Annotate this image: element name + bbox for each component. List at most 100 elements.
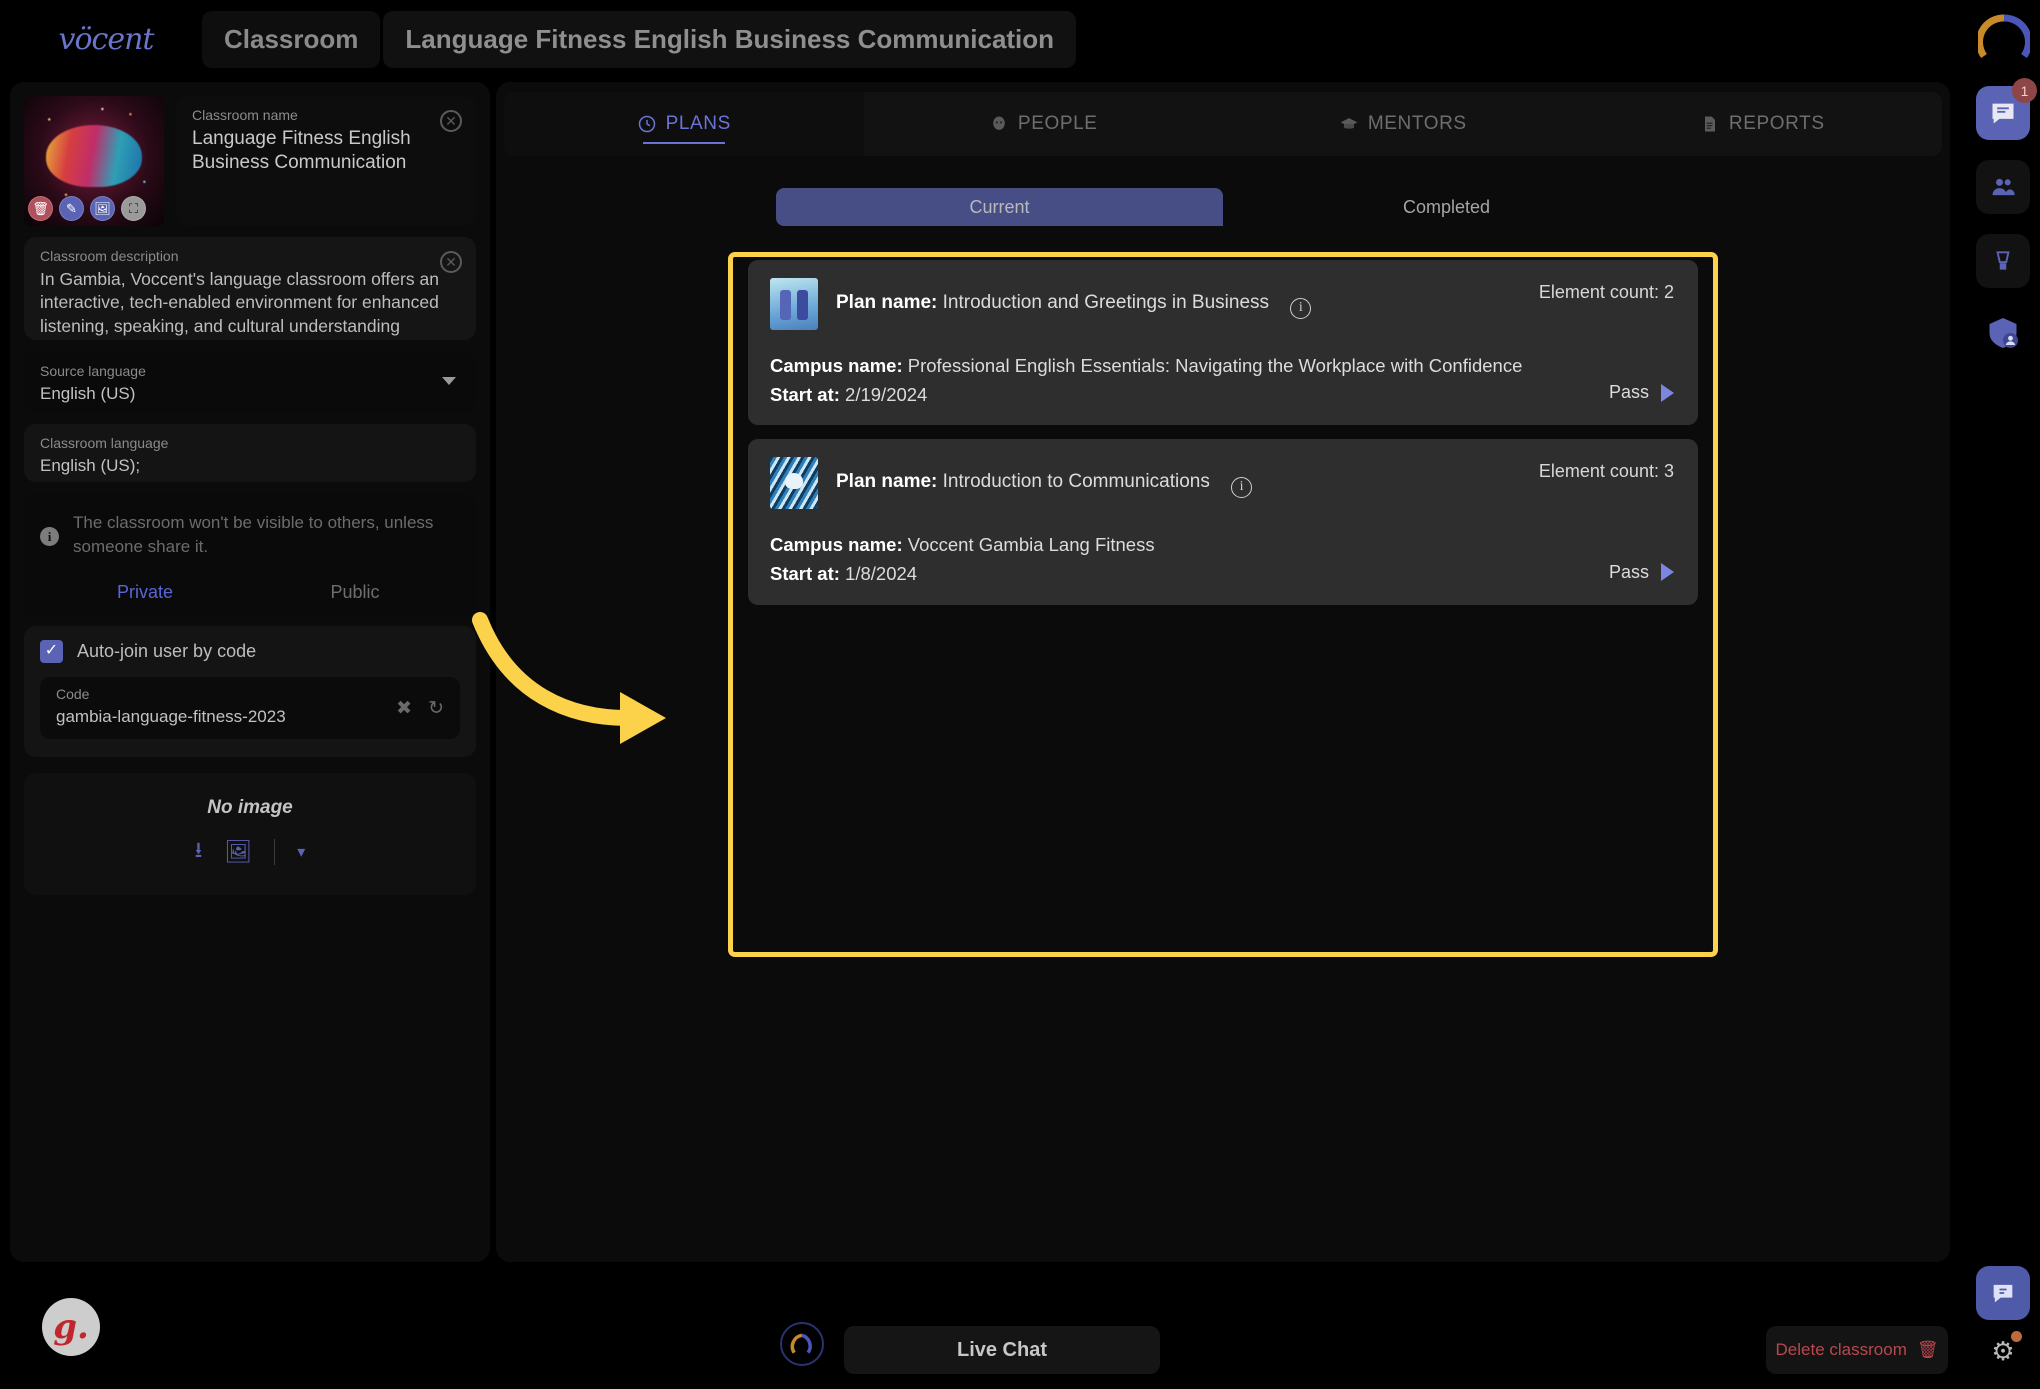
- source-language-select[interactable]: Source language English (US): [24, 351, 476, 413]
- image-upload-tools: ⭳ 🖼 ▾: [195, 833, 305, 871]
- clear-description-icon[interactable]: ✕: [440, 251, 462, 273]
- person-icon: [993, 116, 1005, 130]
- plan-name-label: Plan name:: [836, 471, 938, 493]
- privacy-toggle: Private Public: [40, 575, 460, 610]
- campus-name-label: Campus name:: [770, 534, 903, 556]
- settings-gear-icon[interactable]: ⚙: [1982, 1330, 2024, 1372]
- source-language-value: English (US): [40, 384, 136, 403]
- code-actions: ✖ ↻: [396, 697, 444, 720]
- delete-icon[interactable]: 🗑: [28, 196, 53, 221]
- plan-name-label: Plan name:: [836, 292, 938, 313]
- clear-code-icon[interactable]: ✖: [396, 697, 412, 720]
- plan-status-segmented-control: Current Completed: [776, 188, 1670, 226]
- table-row[interactable]: Plan name: Introduction to Communication…: [748, 439, 1698, 605]
- info-icon[interactable]: i: [1231, 476, 1253, 498]
- tab-reports[interactable]: REPORTS: [1582, 92, 1942, 156]
- tab-reports-label: REPORTS: [1728, 113, 1825, 134]
- breadcrumb-classroom[interactable]: Classroom: [202, 10, 381, 68]
- plan-name-line: Plan name: Introduction and Greetings in…: [836, 278, 1312, 319]
- right-rail: 1 ⚙: [1956, 0, 2040, 1389]
- element-count-value: 2: [1663, 282, 1674, 302]
- chevron-down-icon[interactable]: [442, 377, 456, 385]
- upload-icon[interactable]: ⭳: [195, 833, 203, 871]
- divider: [274, 839, 276, 865]
- avatar[interactable]: g.: [42, 1298, 100, 1356]
- source-language-label: Source language: [40, 363, 146, 379]
- graduation-cap-icon: [1340, 118, 1358, 129]
- classroom-name-field[interactable]: Classroom name Language Fitness English …: [176, 96, 476, 226]
- privacy-note-text: The classroom won't be visible to others…: [73, 513, 434, 556]
- code-field[interactable]: Code gambia-language-fitness-2023 ✖ ↻: [40, 677, 460, 739]
- campus-name-line: Campus name: Professional English Essent…: [770, 352, 1676, 381]
- chevron-down-icon[interactable]: ▾: [297, 842, 305, 862]
- brand-arc-icon: [1978, 14, 2030, 59]
- chat-icon[interactable]: 1: [1976, 78, 2037, 140]
- start-at-line: Start at: 1/8/2024: [770, 560, 1676, 589]
- element-count-label: Element count:: [1538, 461, 1659, 482]
- classroom-description-value: In Gambia, Voccent's language classroom …: [40, 269, 447, 340]
- campus-name-value: Voccent Gambia Lang Fitness: [907, 534, 1155, 556]
- autojoin-checkbox[interactable]: ✓: [40, 640, 63, 663]
- shield-user-icon[interactable]: [1976, 306, 2030, 360]
- arrow-annotation: [472, 612, 666, 744]
- voccent-logo[interactable]: vöcent: [46, 18, 166, 60]
- segment-completed[interactable]: Completed: [1223, 188, 1670, 226]
- tab-people[interactable]: PEOPLE: [863, 92, 1223, 156]
- plan-name-value: Introduction to Communications: [942, 471, 1210, 493]
- tab-mentors[interactable]: MENTORS: [1223, 92, 1583, 156]
- image-icon[interactable]: 🖼: [90, 196, 115, 221]
- privacy-option-private[interactable]: Private: [40, 575, 250, 610]
- start-at-value: 2/19/2024: [845, 383, 928, 405]
- plan-name-line: Plan name: Introduction to Communication…: [836, 457, 1253, 498]
- brand-arc-icon: [790, 1333, 812, 1354]
- plan-meta: Campus name: Professional English Essent…: [770, 352, 1676, 409]
- start-at-label: Start at:: [770, 383, 840, 405]
- play-icon: [1661, 383, 1674, 402]
- classroom-settings-panel: 🗑 ✎ 🖼 ⛶ Classroom name Language Fitness …: [10, 82, 490, 1262]
- clear-classroom-name-icon[interactable]: ✕: [440, 110, 462, 132]
- document-icon: [1704, 116, 1715, 132]
- campus-name-label: Campus name:: [770, 355, 903, 376]
- tab-plans-label: PLANS: [665, 113, 731, 134]
- classroom-description-field[interactable]: Classroom description In Gambia, Voccent…: [24, 237, 476, 340]
- privacy-section: i The classroom won't be visible to othe…: [24, 493, 476, 615]
- fullscreen-icon[interactable]: ⛶: [121, 196, 146, 221]
- classroom-language-field[interactable]: Classroom language English (US);: [24, 424, 476, 482]
- table-row[interactable]: Plan name: Introduction and Greetings in…: [748, 260, 1698, 426]
- autojoin-row[interactable]: ✓ Auto-join user by code: [40, 640, 460, 663]
- classroom-name-label: Classroom name: [192, 107, 298, 123]
- live-chat-button[interactable]: Live Chat: [844, 1326, 1160, 1374]
- segment-current[interactable]: Current: [776, 188, 1223, 226]
- tab-mentors-label: MENTORS: [1367, 113, 1467, 134]
- breadcrumb-title[interactable]: Language Fitness English Business Commun…: [383, 10, 1077, 68]
- edit-icon[interactable]: ✎: [59, 196, 84, 221]
- info-icon: i: [40, 527, 59, 546]
- blender-icon[interactable]: [1976, 234, 2030, 288]
- delete-classroom-button[interactable]: Delete classroom 🗑: [1766, 1326, 1948, 1374]
- people-icon[interactable]: [1976, 160, 2030, 214]
- classroom-thumbnail[interactable]: 🗑 ✎ 🖼 ⛶: [24, 96, 164, 226]
- top-bar: vöcent Classroom Language Fitness Engli…: [0, 0, 2040, 78]
- live-chat-logo: [780, 1322, 824, 1366]
- pass-label: Pass: [1608, 561, 1649, 582]
- plan-meta: Campus name: Voccent Gambia Lang Fitness…: [770, 531, 1676, 588]
- support-bubble-icon[interactable]: [1976, 1266, 2030, 1320]
- clock-icon: [638, 115, 655, 133]
- start-at-value: 1/8/2024: [845, 563, 918, 585]
- privacy-note: i The classroom won't be visible to othe…: [40, 511, 460, 559]
- refresh-code-icon[interactable]: ↻: [428, 697, 444, 720]
- gallery-icon[interactable]: 🖼: [224, 839, 252, 865]
- autojoin-section: ✓ Auto-join user by code Code gambia-lan…: [24, 626, 476, 757]
- autojoin-label: Auto-join user by code: [77, 641, 257, 661]
- element-count-value: 3: [1663, 461, 1674, 482]
- plan-thumbnail: [770, 457, 818, 510]
- element-count-label: Element count:: [1538, 282, 1659, 302]
- app-root: vöcent Classroom Language Fitness Engli…: [0, 0, 2040, 1389]
- privacy-option-public[interactable]: Public: [250, 575, 460, 610]
- pass-button[interactable]: Pass: [1609, 382, 1674, 403]
- pass-button[interactable]: Pass: [1609, 562, 1674, 583]
- start-at-line: Start at: 2/19/2024: [770, 381, 1676, 410]
- tab-plans[interactable]: PLANS: [504, 92, 864, 156]
- info-icon[interactable]: i: [1290, 297, 1312, 319]
- campus-name-line: Campus name: Voccent Gambia Lang Fitness: [770, 531, 1676, 560]
